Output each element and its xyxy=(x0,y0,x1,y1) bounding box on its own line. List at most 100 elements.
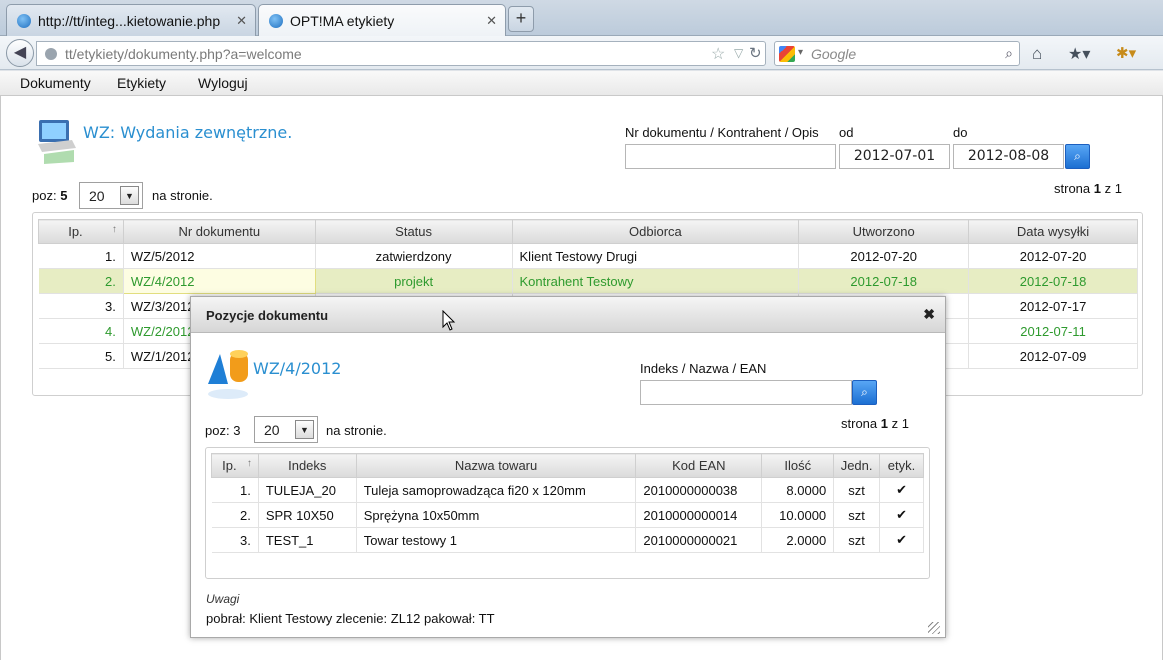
cell-lp: 1. xyxy=(38,243,124,269)
addon-icon[interactable]: ✱▾ xyxy=(1116,44,1136,62)
table-row-selected[interactable]: 2. WZ/4/2012 projekt Kontrahent Testowy … xyxy=(38,268,1138,294)
browser-tab-1[interactable]: http://tt/integ...kietowanie.php ✕ xyxy=(6,4,256,36)
close-tab-icon[interactable]: ✕ xyxy=(236,13,247,29)
reload-icon[interactable]: ↻ xyxy=(749,44,762,62)
item-search-button[interactable]: ⌕ xyxy=(852,380,877,405)
dropdown-arrow-icon[interactable]: ▽ xyxy=(734,46,743,60)
chevron-down-icon[interactable]: ▼ xyxy=(295,420,314,439)
menu-item-dokumenty[interactable]: Dokumenty xyxy=(20,75,91,91)
sort-asc-icon: ↑ xyxy=(246,458,252,469)
browser-tab-2[interactable]: OPT!MA etykiety ✕ xyxy=(258,4,506,37)
cell-utworzono: 2012-07-18 xyxy=(798,268,970,294)
item-per-page-select[interactable]: 20 ▼ xyxy=(254,416,318,443)
search-label: Nr dokumentu / Kontrahent / Opis xyxy=(625,125,819,140)
pagination-info: strona 1 z 1 xyxy=(1054,181,1122,196)
col-header-label: Ip. xyxy=(68,224,83,239)
cell-ilosc: 8.0000 xyxy=(761,477,835,503)
star-icon[interactable]: ☆ xyxy=(711,44,725,64)
table-row[interactable]: 2. SPR 10X50 Sprężyna 10x50mm 2010000000… xyxy=(211,502,924,528)
new-tab-button[interactable]: + xyxy=(508,6,534,32)
poz-count: 3 xyxy=(233,423,241,438)
search-button[interactable]: ⌕ xyxy=(1065,144,1090,169)
col-header-status[interactable]: Status xyxy=(314,219,513,244)
col-header-utworzono[interactable]: Utworzono xyxy=(798,219,970,244)
items-grid: Ip. ↑ Indeks Nazwa towaru Kod EAN Ilość J… xyxy=(205,447,930,579)
cell-nazwa: Tuleja samoprowadząca fi20 x 120mm xyxy=(356,477,637,503)
col-header-lp[interactable]: Ip. ↑ xyxy=(211,453,259,478)
col-header-etyk[interactable]: etyk. xyxy=(879,453,924,478)
close-icon[interactable]: ✖ xyxy=(923,306,935,323)
col-header-jedn[interactable]: Jedn. xyxy=(833,453,881,478)
pagination-sep: z xyxy=(1104,181,1112,196)
search-icon: ⌕ xyxy=(1074,149,1081,163)
search-placeholder[interactable]: Google xyxy=(811,46,856,62)
bookmarks-icon[interactable]: ★▾ xyxy=(1068,44,1090,64)
browser-navbar: ◀ tt/etykiety/dokumenty.php?a=welcome ☆ … xyxy=(0,36,1163,70)
item-count: poz: 3 xyxy=(205,423,240,438)
cell-jedn: szt xyxy=(833,502,881,528)
cell-nazwa: Towar testowy 1 xyxy=(356,527,637,553)
per-page-suffix: na stronie. xyxy=(152,188,213,203)
per-page-select[interactable]: 20 ▼ xyxy=(79,182,143,209)
cell-data-wysylki: 2012-07-11 xyxy=(968,318,1138,344)
checkmark-icon[interactable]: ✔ xyxy=(879,527,924,553)
home-icon[interactable]: ⌂ xyxy=(1032,44,1042,64)
cell-kod-ean: 2010000000014 xyxy=(635,502,763,528)
per-page-suffix: na stronie. xyxy=(326,423,387,438)
dialog-header[interactable]: Pozycje dokumentu ✖ xyxy=(191,297,945,333)
tab-title: http://tt/integ...kietowanie.php xyxy=(38,12,221,29)
chevron-down-icon[interactable]: ▼ xyxy=(120,186,139,205)
cell-odbiorca: Klient Testowy Drugi xyxy=(512,243,800,269)
col-header-ilosc[interactable]: Ilość xyxy=(761,453,835,478)
menu-item-wyloguj[interactable]: Wyloguj xyxy=(198,75,248,91)
col-header-lp[interactable]: Ip. ↑ xyxy=(38,219,124,244)
date-to-input[interactable]: 2012-08-08 xyxy=(953,144,1064,169)
notes-label: Uwagi xyxy=(206,592,240,606)
table-row[interactable]: 1. TULEJA_20 Tuleja samoprowadząca fi20 … xyxy=(211,477,924,503)
dropdown-arrow-icon[interactable]: ▾ xyxy=(798,47,803,58)
col-header-nr[interactable]: Nr dokumentu xyxy=(122,219,316,244)
resize-grip-icon[interactable] xyxy=(928,622,940,634)
cell-indeks: SPR 10X50 xyxy=(258,502,357,528)
cell-lp: 2. xyxy=(211,502,259,528)
item-search-input[interactable] xyxy=(640,380,852,405)
pagination-current: 1 xyxy=(880,416,888,431)
search-icon: ⌕ xyxy=(861,385,868,399)
poz-count: 5 xyxy=(60,188,68,203)
cell-indeks: TULEJA_20 xyxy=(258,477,357,503)
date-from-input[interactable]: 2012-07-01 xyxy=(839,144,950,169)
google-icon[interactable] xyxy=(779,46,795,62)
col-header-indeks[interactable]: Indeks xyxy=(257,453,357,478)
poz-label: poz: xyxy=(32,188,57,203)
pagination-sep: z xyxy=(891,416,899,431)
col-header-kod-ean[interactable]: Kod EAN xyxy=(635,453,763,478)
col-header-nazwa[interactable]: Nazwa towaru xyxy=(355,453,637,478)
cell-ilosc: 2.0000 xyxy=(761,527,835,553)
table-row[interactable]: 3. TEST_1 Towar testowy 1 2010000000021 … xyxy=(211,527,924,553)
pagination-total: 1 xyxy=(1114,181,1122,196)
cell-odbiorca: Kontrahent Testowy xyxy=(512,268,800,294)
cell-indeks: TEST_1 xyxy=(258,527,357,553)
close-tab-icon[interactable]: ✕ xyxy=(486,13,497,29)
col-header-odbiorca[interactable]: Odbiorca xyxy=(511,219,800,244)
checkmark-icon[interactable]: ✔ xyxy=(879,477,924,503)
menu-item-etykiety[interactable]: Etykiety xyxy=(117,75,166,91)
dialog-title: Pozycje dokumentu xyxy=(206,308,329,323)
items-table: Ip. ↑ Indeks Nazwa towaru Kod EAN Ilość J… xyxy=(211,453,924,553)
table-row[interactable]: 1. WZ/5/2012 zatwierdzony Klient Testowy… xyxy=(38,243,1138,269)
checkmark-icon[interactable]: ✔ xyxy=(879,502,924,528)
date-from-label: od xyxy=(839,125,854,140)
notes-text: pobrał: Klient Testowy zlecenie: ZL12 pa… xyxy=(206,611,495,626)
col-header-label: Ip. xyxy=(222,458,237,473)
col-header-data-wysylki[interactable]: Data wysyłki xyxy=(968,219,1138,244)
browser-search-bar[interactable]: ▾ Google ⌕ xyxy=(774,41,1020,66)
monitor-icon xyxy=(38,120,76,164)
url-bar[interactable]: tt/etykiety/dokumenty.php?a=welcome ☆ ▽ … xyxy=(36,41,766,66)
back-arrow-icon[interactable]: ◀ xyxy=(6,39,34,67)
item-pagination-info: strona 1 z 1 xyxy=(841,416,909,431)
search-input[interactable] xyxy=(625,144,836,169)
url-text[interactable]: tt/etykiety/dokumenty.php?a=welcome xyxy=(65,46,302,62)
cell-lp: 2. xyxy=(38,268,124,294)
cell-jedn: szt xyxy=(833,527,881,553)
search-icon[interactable]: ⌕ xyxy=(1005,45,1013,62)
